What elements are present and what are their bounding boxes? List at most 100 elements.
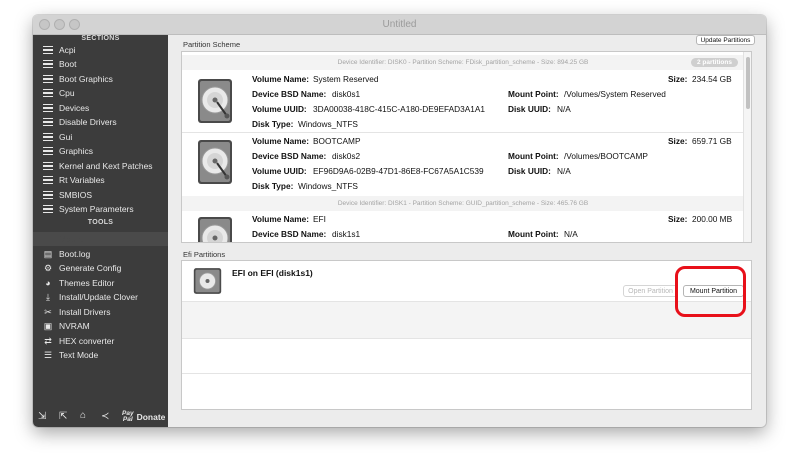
sidebar-item-generate-config[interactable]: ⚙ Generate Config — [33, 261, 168, 275]
sidebar-item-label: Boot.log — [59, 249, 91, 259]
row-divider — [182, 373, 751, 374]
hard-drive-icon — [198, 79, 232, 123]
partition-row[interactable]: Volume Name: BOOTCAMP Device BSD Name: d… — [182, 133, 744, 194]
size-label: Size: — [668, 214, 688, 224]
mount-point-value: /Volumes/System Reserved — [564, 89, 666, 99]
size-value: 234.54 GB — [692, 74, 732, 84]
sidebar-item-label: Graphics — [59, 146, 94, 156]
download-icon: ⤓ — [46, 291, 50, 302]
sidebar-item-label: Generate Config — [59, 263, 122, 273]
mount-point-label: Mount Point: — [508, 89, 559, 99]
size-label: Size: — [668, 74, 688, 84]
sidebar-item-label: Gui — [59, 132, 73, 142]
document-icon: ▤ — [43, 248, 53, 259]
list-icon — [43, 74, 53, 84]
sidebar-item-boot-graphics[interactable]: Boot Graphics — [33, 72, 168, 86]
sidebar-item-label: Mount EFI — [59, 234, 99, 244]
donate-button[interactable]: Pay Pal Donate — [122, 410, 165, 423]
list-icon — [43, 59, 53, 69]
list-icon — [43, 117, 53, 127]
disk-header: Device Identifier: DISK1 - Partition Sch… — [182, 196, 744, 211]
sidebar-item-label: Rt Variables — [59, 175, 105, 185]
sidebar-item-boot-log[interactable]: ▤ Boot.log — [33, 247, 168, 261]
mount-point-label: Mount Point: — [508, 151, 559, 161]
home-icon[interactable]: ⌂ — [80, 410, 86, 421]
sidebar-item-label: Install/Update Clover — [59, 292, 138, 302]
sidebar-item-system-parameters[interactable]: System Parameters — [33, 202, 168, 216]
share-icon[interactable]: ≺ — [101, 411, 109, 422]
scrollbar[interactable] — [743, 52, 751, 242]
disk-uuid-label: Disk UUID: — [508, 166, 551, 176]
empty-row — [182, 302, 751, 338]
sidebar-item-label: Themes Editor — [59, 278, 115, 288]
title-bar: Untitled — [33, 15, 766, 35]
sidebar-item-graphics[interactable]: Graphics — [33, 144, 168, 158]
sidebar-item-cpu[interactable]: Cpu — [33, 86, 168, 100]
export-icon[interactable]: ⇱ — [59, 411, 67, 422]
mount-point-value: /Volumes/BOOTCAMP — [564, 151, 648, 161]
sidebar-item-label: Acpi — [59, 45, 76, 55]
sidebar-item-devices[interactable]: Devices — [33, 101, 168, 115]
volume-name-value: EFI — [313, 214, 326, 224]
sidebar-item-acpi[interactable]: Acpi — [33, 43, 168, 57]
bsd-name-label: Device BSD Name: — [252, 151, 327, 161]
volume-uuid-label: Volume UUID: — [252, 166, 307, 176]
volume-uuid-value: 3DA00038-418C-415C-A180-DE9EFAD3A1A1 — [313, 104, 486, 114]
sidebar-item-mount-efi[interactable]: ▭ Mount EFI — [33, 232, 168, 246]
disk-header-text: Device Identifier: DISK0 - Partition Sch… — [337, 59, 589, 66]
sidebar-item-hex-converter[interactable]: ⇄ HEX converter — [33, 334, 168, 348]
sidebar-item-label: SMBIOS — [59, 190, 93, 200]
volume-name-value: System Reserved — [313, 74, 379, 84]
efi-partition-name: EFI on EFI (disk1s1) — [232, 268, 313, 278]
sidebar-item-install-clover[interactable]: ⤓ Install/Update Clover — [33, 290, 168, 304]
list-icon — [43, 204, 53, 214]
sidebar-item-nvram[interactable]: ▣ NVRAM — [33, 319, 168, 333]
update-partitions-button[interactable]: Update Partitions — [696, 35, 755, 45]
convert-icon: ⇄ — [44, 335, 52, 346]
sidebar: SECTIONS Acpi Boot Boot Graphics Cpu Dev… — [33, 35, 168, 427]
hard-drive-icon — [193, 268, 222, 294]
sections-header: SECTIONS — [81, 35, 120, 42]
partition-row[interactable]: Volume Name: System Reserved Device BSD … — [182, 70, 744, 132]
scrollbar-thumb[interactable] — [746, 57, 750, 109]
list-icon — [43, 161, 53, 171]
sidebar-item-themes-editor[interactable]: ◕ Themes Editor — [33, 276, 168, 290]
sidebar-item-kernel-kext-patches[interactable]: Kernel and Kext Patches — [33, 159, 168, 173]
disk-header: Device Identifier: DISK0 - Partition Sch… — [182, 55, 744, 70]
partition-scheme-label: Partition Scheme — [183, 40, 241, 49]
open-partition-button[interactable]: Open Partition — [623, 285, 678, 297]
sidebar-item-label: Text Mode — [59, 350, 99, 360]
sidebar-item-gui[interactable]: Gui — [33, 130, 168, 144]
sidebar-item-label: Install Drivers — [59, 307, 111, 317]
sidebar-item-label: Kernel and Kext Patches — [59, 161, 153, 171]
hard-drive-icon — [198, 140, 232, 184]
efi-partitions-label: Efi Partitions — [183, 250, 226, 259]
volume-name-value: BOOTCAMP — [313, 136, 361, 146]
chip-icon: ▣ — [43, 320, 53, 331]
disk-type-value: Windows_NTFS — [298, 181, 358, 191]
bsd-name-value: disk0s1 — [332, 89, 361, 99]
list-icon — [43, 103, 53, 113]
row-divider — [182, 338, 751, 339]
list-icon — [43, 190, 53, 200]
sidebar-item-rt-variables[interactable]: Rt Variables — [33, 173, 168, 187]
efi-partition-row[interactable]: EFI on EFI (disk1s1) Open Partition Moun… — [182, 261, 751, 301]
bsd-name-value: disk1s1 — [332, 229, 361, 239]
sidebar-item-disable-drivers[interactable]: Disable Drivers — [33, 115, 168, 129]
import-icon[interactable]: ⇲ — [38, 411, 46, 422]
sidebar-item-boot[interactable]: Boot — [33, 57, 168, 71]
sidebar-item-text-mode[interactable]: ☰ Text Mode — [33, 348, 168, 362]
size-label: Size: — [668, 136, 688, 146]
disk-type-label: Disk Type: — [252, 119, 294, 129]
size-value: 200.00 MB — [692, 214, 733, 224]
sidebar-item-smbios[interactable]: SMBIOS — [33, 188, 168, 202]
hard-drive-icon — [198, 217, 232, 242]
size-value: 659.71 GB — [692, 136, 732, 146]
partition-list: Device Identifier: DISK0 - Partition Sch… — [181, 51, 752, 243]
sidebar-item-label: Devices — [59, 103, 90, 113]
bsd-name-label: Device BSD Name: — [252, 229, 327, 239]
sidebar-item-install-drivers[interactable]: ✂ Install Drivers — [33, 305, 168, 319]
partition-row[interactable]: Volume Name: EFI Device BSD Name: disk1s… — [182, 212, 744, 242]
sidebar-item-label: System Parameters — [59, 204, 134, 214]
disk-header-text: Device Identifier: DISK1 - Partition Sch… — [337, 200, 589, 207]
